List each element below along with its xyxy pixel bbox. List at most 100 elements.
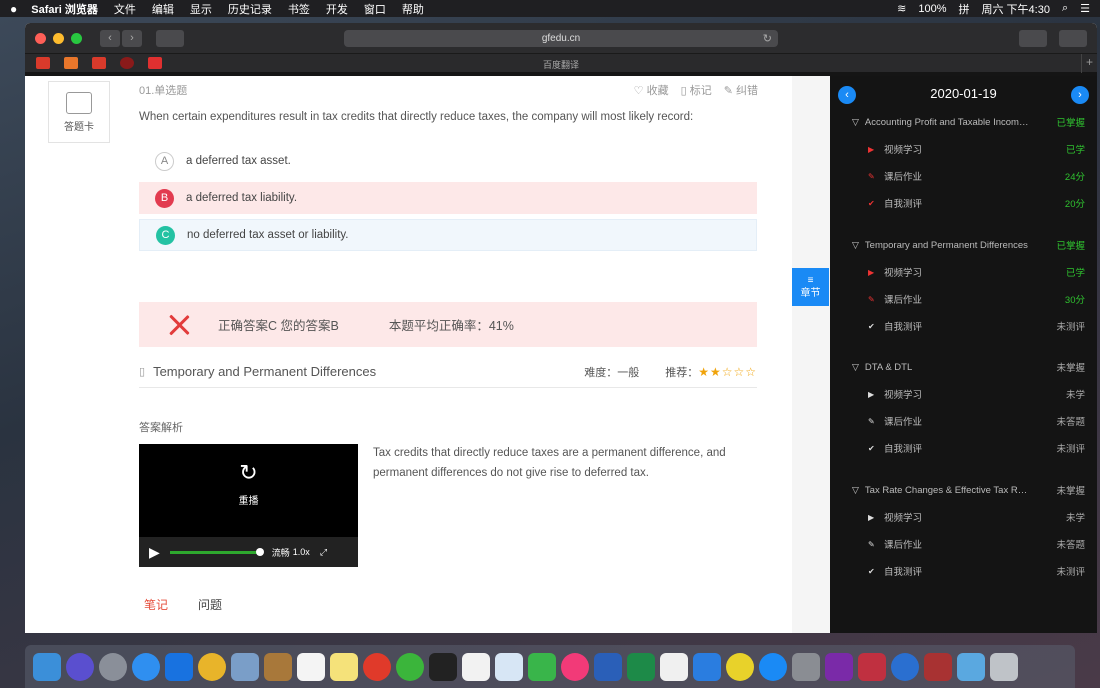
section-row[interactable]: ▽ Accounting Profit and Taxable Incom… 已… (830, 114, 1097, 130)
favorite-button[interactable]: ♡ 收藏 (634, 82, 669, 98)
notes-icon[interactable] (330, 652, 358, 681)
reload-icon[interactable]: ↻ (763, 32, 772, 45)
chapter-button[interactable]: ≡ 章节 (792, 268, 829, 306)
pencil-icon: ✎ (868, 294, 875, 304)
video-study-item[interactable]: ▶ 视频学习 未学 (830, 386, 1097, 402)
close-button[interactable] (35, 32, 46, 44)
wechat-icon[interactable] (396, 652, 424, 681)
reminders-icon[interactable] (462, 652, 490, 681)
finder-icon[interactable] (33, 652, 61, 681)
siri-icon[interactable] (66, 652, 94, 681)
numbers-icon[interactable] (660, 652, 688, 681)
minimize-button[interactable] (53, 32, 64, 44)
speed-selector[interactable]: 1.0x (293, 547, 310, 557)
tab-notes[interactable]: 笔记 (144, 596, 168, 613)
video-player[interactable]: ↻ 重播 ▶ 流畅 1.0x ⤢ (139, 444, 358, 567)
onenote-icon[interactable] (825, 652, 853, 681)
chrome-icon[interactable] (198, 652, 226, 681)
wifi-icon[interactable]: ≋ (897, 2, 906, 15)
star-rating: ★★☆☆☆ (698, 364, 757, 379)
address-bar[interactable]: gfedu.cn ↻ (344, 30, 778, 47)
item-status: 未学 (1065, 390, 1085, 401)
homework-item[interactable]: ✎ 课后作业 未答题 (830, 536, 1097, 552)
app-icon[interactable] (363, 652, 391, 681)
quality-selector[interactable]: 流畅 (272, 546, 290, 559)
battery-status[interactable]: 100% (918, 3, 946, 15)
homework-item[interactable]: ✎ 课后作业 30分 (830, 291, 1097, 307)
trash-icon[interactable] (990, 652, 1018, 681)
homework-item[interactable]: ✎ 课后作业 未答题 (830, 413, 1097, 429)
excel-icon[interactable] (627, 652, 655, 681)
video-study-item[interactable]: ▶ 视频学习 已学 (830, 264, 1097, 280)
menu-view[interactable]: 显示 (190, 1, 212, 17)
self-test-item[interactable]: ✔ 自我测评 20分 (830, 195, 1097, 211)
option-c[interactable]: C no deferred tax asset or liability. (139, 219, 757, 251)
launchpad-icon[interactable] (99, 652, 127, 681)
video-study-item[interactable]: ▶ 视频学习 已学 (830, 141, 1097, 157)
calendar-icon[interactable] (297, 652, 325, 681)
menu-bookmarks[interactable]: 书签 (288, 1, 310, 17)
downloads-folder-icon[interactable] (957, 652, 985, 681)
section-row[interactable]: ▽ DTA & DTL 未掌握 (830, 359, 1097, 375)
collapse-icon: ▽ (852, 116, 859, 127)
app-icon[interactable] (858, 652, 886, 681)
apple-menu-icon[interactable]: ● (10, 2, 17, 16)
safari-icon[interactable] (132, 652, 160, 681)
menu-help[interactable]: 帮助 (402, 1, 424, 17)
forward-button[interactable]: › (122, 29, 142, 47)
app-store-icon[interactable] (759, 652, 787, 681)
option-b[interactable]: B a deferred tax liability. (139, 182, 757, 214)
menu-file[interactable]: 文件 (114, 1, 136, 17)
self-test-item[interactable]: ✔ 自我测评 未测评 (830, 318, 1097, 334)
tab-questions[interactable]: 问题 (198, 596, 222, 613)
menu-list-icon[interactable]: ☰ (1080, 2, 1090, 15)
mark-button[interactable]: ▯ 标记 (681, 82, 712, 98)
preview-icon[interactable] (231, 652, 259, 681)
maps-icon[interactable] (495, 652, 523, 681)
replay-label[interactable]: 重播 (139, 492, 358, 507)
music-icon[interactable] (561, 652, 589, 681)
video-study-item[interactable]: ▶ 视频学习 未学 (830, 509, 1097, 525)
new-tab-button[interactable]: + (1081, 54, 1097, 73)
bookmark-title[interactable]: 百度翻译 (25, 58, 1097, 71)
self-test-item[interactable]: ✔ 自我测评 未测评 (830, 563, 1097, 579)
keynote-icon[interactable] (693, 652, 721, 681)
section-row[interactable]: ▽ Tax Rate Changes & Effective Tax R… 未掌… (830, 482, 1097, 498)
check-icon: ✔ (868, 443, 875, 453)
system-preferences-icon[interactable] (792, 652, 820, 681)
maximize-button[interactable] (71, 32, 82, 44)
app-icon[interactable] (165, 652, 193, 681)
dictionary-icon[interactable] (924, 652, 952, 681)
app-menu[interactable]: Safari 浏览器 (31, 1, 98, 17)
input-method[interactable]: 拼 (958, 1, 969, 17)
word-icon[interactable] (594, 652, 622, 681)
menu-window[interactable]: 窗口 (364, 1, 386, 17)
sidebar-toggle-button[interactable] (156, 29, 184, 47)
menu-develop[interactable]: 开发 (326, 1, 348, 17)
option-a[interactable]: A a deferred tax asset. (139, 145, 757, 177)
answer-card-button[interactable]: 答题卡 (48, 81, 110, 143)
search-icon[interactable]: ⌕ (1062, 2, 1068, 15)
prev-date-icon[interactable]: ‹ (838, 86, 856, 104)
homework-item[interactable]: ✎ 课后作业 24分 (830, 168, 1097, 184)
report-error-button[interactable]: ✎ 纠错 (724, 82, 758, 98)
topic-title[interactable]: Temporary and Permanent Differences (153, 364, 376, 379)
menu-history[interactable]: 历史记录 (228, 1, 272, 17)
clock[interactable]: 周六 下午4:30 (981, 1, 1049, 17)
next-date-icon[interactable]: › (1071, 86, 1089, 104)
share-button[interactable] (1019, 30, 1047, 47)
menu-edit[interactable]: 编辑 (152, 1, 174, 17)
app-icon[interactable] (726, 652, 754, 681)
qq-icon[interactable] (429, 652, 457, 681)
tabs-button[interactable] (1059, 30, 1087, 47)
self-test-item[interactable]: ✔ 自我测评 未测评 (830, 440, 1097, 456)
replay-icon[interactable]: ↻ (139, 460, 358, 486)
section-row[interactable]: ▽ Temporary and Permanent Differences 已掌… (830, 237, 1097, 253)
app-icon[interactable] (891, 652, 919, 681)
back-button[interactable]: ‹ (100, 29, 120, 47)
progress-bar[interactable] (169, 547, 264, 556)
facetime-icon[interactable] (528, 652, 556, 681)
fullscreen-icon[interactable]: ⤢ (320, 547, 327, 558)
contacts-icon[interactable] (264, 652, 292, 681)
play-icon[interactable]: ▶ (149, 544, 160, 561)
